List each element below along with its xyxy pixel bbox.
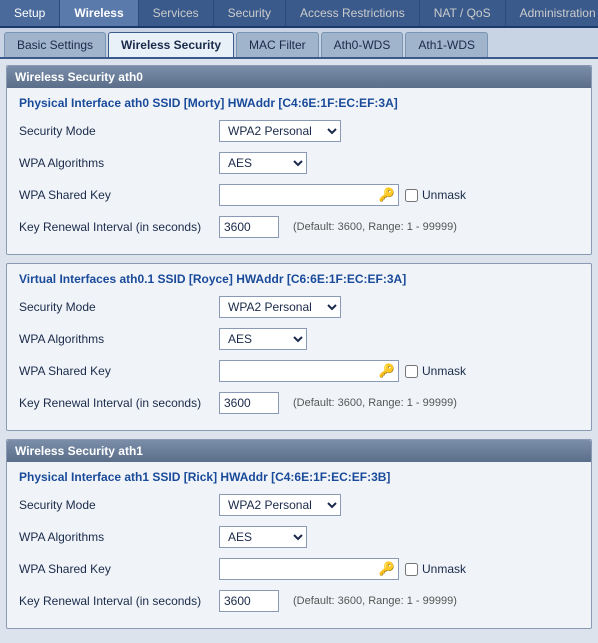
unmask-row-ath1: Unmask (405, 562, 466, 576)
control-wpa-key-ath0: 🔑 Unmask (219, 184, 466, 206)
form-row-key-renewal-ath0-1: Key Renewal Interval (in seconds) (Defau… (19, 390, 579, 416)
control-key-renewal-ath0: (Default: 3600, Range: 1 - 99999) (219, 216, 457, 238)
hint-key-renewal-ath1: (Default: 3600, Range: 1 - 99999) (293, 595, 457, 607)
sub-tab-wireless-security[interactable]: Wireless Security (108, 32, 234, 57)
interface-ath0-title: Physical Interface ath0 SSID [Morty] HWA… (19, 96, 579, 110)
input-key-renewal-ath1[interactable] (219, 590, 279, 612)
control-wpa-algo-ath0-1: AES TKIP TKIP+AES (219, 328, 307, 350)
section-ath0: Wireless Security ath0 Physical Interfac… (6, 65, 592, 255)
input-wpa-key-ath0-1[interactable] (219, 360, 399, 382)
nav-tab-setup[interactable]: Setup (0, 0, 60, 26)
unmask-row-ath0: Unmask (405, 188, 466, 202)
wpa-key-input-wrapper-ath0-1: 🔑 (219, 360, 399, 382)
checkbox-unmask-ath1[interactable] (405, 563, 418, 576)
section-ath1-header: Wireless Security ath1 (7, 440, 591, 462)
main-content: Wireless Security ath0 Physical Interfac… (0, 59, 598, 643)
control-wpa-key-ath0-1: 🔑 Unmask (219, 360, 466, 382)
form-row-key-renewal-ath0: Key Renewal Interval (in seconds) (Defau… (19, 214, 579, 240)
interface-ath0-physical: Physical Interface ath0 SSID [Morty] HWA… (7, 88, 591, 254)
hint-key-renewal-ath0: (Default: 3600, Range: 1 - 99999) (293, 221, 457, 233)
label-key-renewal-ath0-1: Key Renewal Interval (in seconds) (19, 396, 219, 410)
control-wpa-key-ath1: 🔑 Unmask (219, 558, 466, 580)
form-row-wpa-key-ath0: WPA Shared Key 🔑 Unmask (19, 182, 579, 208)
label-key-renewal-ath1: Key Renewal Interval (in seconds) (19, 594, 219, 608)
select-wpa-algo-ath0-1[interactable]: AES TKIP TKIP+AES (219, 328, 307, 350)
control-security-mode-ath0-1: WPA2 Personal WPA Personal WPA2 Enterpri… (219, 296, 341, 318)
control-security-mode-ath0: WPA2 Personal WPA Personal WPA2 Enterpri… (219, 120, 341, 142)
label-wpa-key-ath0-1: WPA Shared Key (19, 364, 219, 378)
select-wpa-algo-ath1[interactable]: AES TKIP TKIP+AES (219, 526, 307, 548)
interface-ath1-title: Physical Interface ath1 SSID [Rick] HWAd… (19, 470, 579, 484)
nav-tab-security[interactable]: Security (214, 0, 286, 26)
select-security-mode-ath0-1[interactable]: WPA2 Personal WPA Personal WPA2 Enterpri… (219, 296, 341, 318)
nav-tab-nat-qos[interactable]: NAT / QoS (420, 0, 506, 26)
label-key-renewal-ath0: Key Renewal Interval (in seconds) (19, 220, 219, 234)
control-security-mode-ath1: WPA2 Personal WPA Personal WPA2 Enterpri… (219, 494, 341, 516)
input-wpa-key-ath1[interactable] (219, 558, 399, 580)
label-wpa-algo-ath0: WPA Algorithms (19, 156, 219, 170)
input-key-renewal-ath0[interactable] (219, 216, 279, 238)
label-security-mode-ath1: Security Mode (19, 498, 219, 512)
select-security-mode-ath0[interactable]: WPA2 Personal WPA Personal WPA2 Enterpri… (219, 120, 341, 142)
control-wpa-algo-ath0: AES TKIP TKIP+AES (219, 152, 307, 174)
form-row-wpa-algo-ath0: WPA Algorithms AES TKIP TKIP+AES (19, 150, 579, 176)
label-unmask-ath0: Unmask (422, 188, 466, 202)
label-wpa-algo-ath1: WPA Algorithms (19, 530, 219, 544)
label-unmask-ath1: Unmask (422, 562, 466, 576)
label-wpa-algo-ath0-1: WPA Algorithms (19, 332, 219, 346)
label-security-mode-ath0-1: Security Mode (19, 300, 219, 314)
input-key-renewal-ath0-1[interactable] (219, 392, 279, 414)
form-row-security-mode-ath0-1: Security Mode WPA2 Personal WPA Personal… (19, 294, 579, 320)
label-wpa-key-ath1: WPA Shared Key (19, 562, 219, 576)
control-key-renewal-ath1: (Default: 3600, Range: 1 - 99999) (219, 590, 457, 612)
form-row-key-renewal-ath1: Key Renewal Interval (in seconds) (Defau… (19, 588, 579, 614)
sub-navigation: Basic Settings Wireless Security MAC Fil… (0, 28, 598, 59)
nav-tab-wireless[interactable]: Wireless (60, 0, 138, 26)
wpa-key-input-wrapper-ath0: 🔑 (219, 184, 399, 206)
section-ath1: Wireless Security ath1 Physical Interfac… (6, 439, 592, 629)
sub-tab-ath0-wds[interactable]: Ath0-WDS (321, 32, 404, 57)
input-wpa-key-ath0[interactable] (219, 184, 399, 206)
section-ath0-virtual: Virtual Interfaces ath0.1 SSID [Royce] H… (6, 263, 592, 431)
interface-ath1-physical: Physical Interface ath1 SSID [Rick] HWAd… (7, 462, 591, 628)
label-security-mode-ath0: Security Mode (19, 124, 219, 138)
checkbox-unmask-ath0-1[interactable] (405, 365, 418, 378)
checkbox-unmask-ath0[interactable] (405, 189, 418, 202)
label-unmask-ath0-1: Unmask (422, 364, 466, 378)
interface-ath0-1-title: Virtual Interfaces ath0.1 SSID [Royce] H… (19, 272, 579, 286)
select-security-mode-ath1[interactable]: WPA2 Personal WPA Personal WPA2 Enterpri… (219, 494, 341, 516)
nav-tab-services[interactable]: Services (139, 0, 214, 26)
label-wpa-key-ath0: WPA Shared Key (19, 188, 219, 202)
nav-tab-access-restrictions[interactable]: Access Restrictions (286, 0, 420, 26)
nav-tab-administration[interactable]: Administration (506, 0, 598, 26)
sub-tab-mac-filter[interactable]: MAC Filter (236, 32, 319, 57)
unmask-row-ath0-1: Unmask (405, 364, 466, 378)
form-row-wpa-key-ath0-1: WPA Shared Key 🔑 Unmask (19, 358, 579, 384)
sub-tab-ath1-wds[interactable]: Ath1-WDS (405, 32, 488, 57)
form-row-security-mode-ath0: Security Mode WPA2 Personal WPA Personal… (19, 118, 579, 144)
section-ath0-header: Wireless Security ath0 (7, 66, 591, 88)
select-wpa-algo-ath0[interactable]: AES TKIP TKIP+AES (219, 152, 307, 174)
top-navigation: Setup Wireless Services Security Access … (0, 0, 598, 28)
wpa-key-input-wrapper-ath1: 🔑 (219, 558, 399, 580)
form-row-wpa-algo-ath1: WPA Algorithms AES TKIP TKIP+AES (19, 524, 579, 550)
hint-key-renewal-ath0-1: (Default: 3600, Range: 1 - 99999) (293, 397, 457, 409)
form-row-wpa-key-ath1: WPA Shared Key 🔑 Unmask (19, 556, 579, 582)
sub-tab-basic-settings[interactable]: Basic Settings (4, 32, 106, 57)
interface-ath0-virtual: Virtual Interfaces ath0.1 SSID [Royce] H… (7, 264, 591, 430)
form-row-wpa-algo-ath0-1: WPA Algorithms AES TKIP TKIP+AES (19, 326, 579, 352)
control-wpa-algo-ath1: AES TKIP TKIP+AES (219, 526, 307, 548)
form-row-security-mode-ath1: Security Mode WPA2 Personal WPA Personal… (19, 492, 579, 518)
control-key-renewal-ath0-1: (Default: 3600, Range: 1 - 99999) (219, 392, 457, 414)
